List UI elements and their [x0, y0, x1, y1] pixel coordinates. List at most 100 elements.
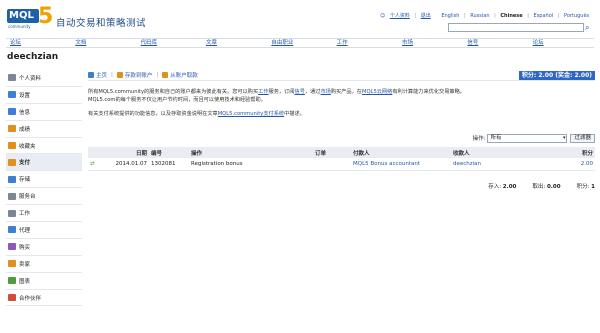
total-deposit-value: 2.00 — [502, 184, 517, 190]
total-points-value: 1 — [591, 184, 595, 190]
signals-link[interactable]: 信号 — [295, 89, 305, 95]
deposit-link-label: 存款到账户 — [124, 73, 153, 79]
sidebar-item-seller[interactable]: 卖家 — [6, 256, 82, 273]
desc-text: 有关支付系统提供的功能信息，以及存取资金说明在文章 — [88, 111, 218, 117]
chevron-down-icon: ▾ — [562, 134, 566, 141]
home-icon — [88, 72, 94, 78]
col-order[interactable]: 订单 — [315, 149, 353, 157]
sidebar-item-label: 卖家 — [19, 261, 31, 268]
nav-articles[interactable]: 文章 — [202, 39, 267, 47]
home-link-label: 主页 — [96, 73, 108, 79]
desc-text: 有利计算能力来优化交易策略。 — [392, 89, 465, 95]
jobs-link[interactable]: 工作 — [258, 89, 268, 95]
withdraw-icon — [162, 72, 169, 78]
person-icon — [8, 74, 16, 82]
sidebar-item-label: 收藏夹 — [19, 143, 36, 150]
main-nav: 论坛 文档 代码库 文章 自由职业 工作 市场 信号 论坛 — [6, 38, 594, 48]
search-input[interactable] — [448, 23, 584, 32]
page-title: deechzian — [7, 52, 59, 62]
sidebar-item-partners[interactable]: 合作伙伴 — [6, 290, 82, 307]
sidebar-item-favorites[interactable]: 收藏夹 — [6, 138, 82, 155]
separator: | — [494, 13, 496, 19]
col-date[interactable]: 日期 — [98, 149, 151, 157]
deposit-icon — [116, 72, 123, 78]
desc-text: 中描述。 — [284, 111, 305, 117]
sidebar-item-agent[interactable]: 代理 — [6, 222, 82, 239]
withdraw-link[interactable]: 从账户取款 — [162, 71, 198, 79]
row-points: 2.00 — [580, 161, 593, 167]
nav-jobs[interactable]: 工作 — [333, 39, 398, 47]
cloud-network-link[interactable]: MQL5云网络 — [362, 89, 392, 95]
sidebar-item-messages[interactable]: 信息 — [6, 104, 82, 121]
desc-text: MQL5.com的每个服务不仅让用户节约时间，而且可以使用技术和经验帮助。 — [88, 97, 266, 103]
col-number[interactable]: 编号 — [151, 149, 191, 157]
nav-codebase[interactable]: 代码库 — [137, 39, 202, 47]
operation-select-value: 所有 — [490, 134, 502, 141]
market-link[interactable]: 市场 — [320, 89, 330, 95]
row-payer-link[interactable]: MQL5 Bonus accountant — [353, 161, 453, 167]
lang-portuguese[interactable]: Português — [564, 13, 589, 19]
star-icon — [8, 142, 16, 149]
filter-button[interactable]: 过滤器 — [570, 133, 595, 143]
sidebar-item-charts[interactable]: 图表 — [6, 273, 82, 290]
sidebar-item-settings[interactable]: 设置 — [6, 87, 82, 104]
nav-freelance[interactable]: 自由职业 — [267, 39, 332, 47]
row-payee-link[interactable]: deechzian — [453, 161, 563, 167]
search-icon[interactable]: ⌕ — [585, 22, 595, 33]
user-icon: ☺ — [380, 13, 386, 19]
totals-row: 存入: 2.00 取出: 0.00 积分: 1 — [88, 182, 595, 190]
sidebar-item-payments[interactable]: 支付 — [6, 154, 82, 172]
separator: | — [463, 13, 466, 19]
top-links: ☺ 个人资料 | 退出 English | Russian | Chinese … — [380, 12, 592, 19]
total-points-label: 积分: — [576, 184, 590, 190]
main-content: 主页 | 存款到账户 | 从账户取款 积分: 2.00 (奖金: 2.00) 所… — [88, 70, 595, 190]
sidebar-item-jobs[interactable]: 工作 — [6, 205, 82, 223]
site-title: 自动交易和策略测试 — [56, 18, 147, 29]
col-payer[interactable]: 付款人 — [353, 149, 453, 157]
sidebar-item-service-desk[interactable]: 服务台 — [6, 188, 82, 206]
row-date: 2014.01.07 — [115, 161, 148, 167]
payments-toolbar: 主页 | 存款到账户 | 从账户取款 积分: 2.00 (奖金: 2.00) — [88, 70, 595, 81]
nav-market[interactable]: 市场 — [398, 39, 463, 47]
lang-english[interactable]: English — [441, 13, 459, 19]
separator: | — [557, 13, 560, 19]
seller-icon — [8, 260, 16, 268]
lang-spanish[interactable]: Español — [534, 13, 554, 19]
profile-link[interactable]: 个人资料 — [390, 13, 410, 19]
sidebar-item-label: 代理 — [19, 227, 31, 234]
sidebar-item-achievements[interactable]: 成绩 — [6, 121, 82, 138]
col-operation[interactable]: 操作 — [191, 149, 315, 157]
nav-docs[interactable]: 文档 — [71, 39, 136, 47]
nav-forum[interactable]: 论坛 — [6, 39, 71, 47]
sidebar-item-label: 存储 — [19, 177, 31, 184]
lang-russian[interactable]: Russian — [470, 13, 489, 19]
nav-forum-2[interactable]: 论坛 — [529, 39, 594, 47]
payments-description: 所有MQL5.community的服务和自己的账户都来为彼此有关。您可以购买工作… — [88, 88, 588, 104]
mql5-logo[interactable]: MQL 5 community — [7, 5, 53, 31]
withdraw-link-label: 从账户取款 — [170, 73, 198, 79]
col-points[interactable]: 积分 — [563, 149, 595, 157]
desc-text: 服务，订阅 — [268, 89, 295, 95]
home-link[interactable]: 主页 — [88, 71, 107, 79]
desc-text: 所有MQL5.community的服务和自己的账户都来为彼此有关。您可以购买 — [88, 89, 259, 95]
nav-signals[interactable]: 信号 — [463, 39, 528, 47]
sidebar-item-label: 信息 — [19, 109, 31, 116]
sidebar-item-label: 合作伙伴 — [19, 295, 42, 302]
sidebar-item-purchases[interactable]: 购买 — [6, 239, 82, 256]
deposit-link[interactable]: 存款到账户 — [116, 71, 153, 79]
payment-system-article-link[interactable]: MQL5.community支付系统 — [218, 111, 284, 117]
sidebar-item-profile[interactable]: 个人资料 — [6, 70, 82, 87]
trophy-icon — [8, 125, 16, 133]
sidebar-item-label: 成绩 — [19, 126, 31, 133]
logo-community-text: community — [8, 24, 31, 29]
partner-icon — [8, 294, 16, 302]
lang-chinese[interactable]: Chinese — [500, 13, 522, 19]
filter-label: 操作: — [472, 136, 486, 142]
logout-link[interactable]: 退出 — [421, 13, 431, 19]
sidebar-item-label: 支付 — [19, 160, 31, 167]
chart-icon — [8, 277, 16, 285]
table-row[interactable]: ⇄ 2014.01.07 1302081 Registration bonus … — [88, 158, 595, 171]
col-payee[interactable]: 收款人 — [453, 149, 563, 157]
sidebar-item-storage[interactable]: 存储 — [6, 171, 82, 189]
operation-select[interactable]: 所有 ▾ — [487, 133, 568, 143]
